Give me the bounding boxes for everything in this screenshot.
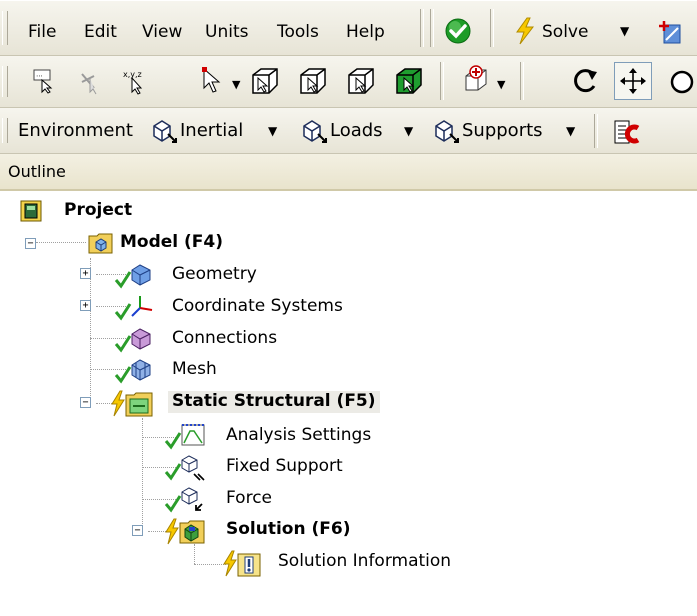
toolbar-grip[interactable] <box>2 11 8 45</box>
chevron-down-icon[interactable]: ▼ <box>497 78 505 91</box>
loads-dropdown[interactable]: Loads ▼ <box>300 114 422 148</box>
svg-text:⋯: ⋯ <box>36 72 43 80</box>
zoom-icon[interactable] <box>668 68 697 96</box>
select-body-icon[interactable] <box>394 66 424 96</box>
chevron-down-icon: ▼ <box>404 124 414 138</box>
menu-toolbar: File Edit View Units Tools Help Solve ▼ <box>0 0 697 56</box>
toolbar-separator <box>430 9 434 47</box>
tree-item-mesh[interactable]: Mesh <box>114 357 314 385</box>
connections-icon <box>114 328 151 353</box>
tree-item-coordinate-systems[interactable]: + Coordinate Systems <box>80 294 380 322</box>
environment-toolbar: Environment Inertial ▼ Loads ▼ Supports … <box>0 108 697 154</box>
chevron-down-icon: ▼ <box>268 124 278 138</box>
geometry-icon <box>114 264 151 289</box>
coordinate-systems-icon <box>114 296 153 321</box>
toolbar-separator <box>520 62 524 100</box>
environment-cube-icon <box>435 120 459 143</box>
tree-label: Analysis Settings <box>226 425 372 445</box>
tree-item-model[interactable]: − Model (F4) <box>20 230 280 258</box>
tree-item-force[interactable]: Force <box>164 486 364 514</box>
tree-label: Solution Information <box>278 551 452 571</box>
supports-dropdown[interactable]: Supports ▼ <box>432 114 582 148</box>
menu-units[interactable]: Units <box>205 22 248 42</box>
model-folder-icon <box>88 233 113 254</box>
chevron-down-icon[interactable]: ▼ <box>232 78 240 91</box>
expand-toggle[interactable]: + <box>80 268 91 279</box>
pick-disabled-icon[interactable] <box>76 68 104 96</box>
menu-edit[interactable]: Edit <box>84 22 117 42</box>
tree-label: Model (F4) <box>120 232 224 252</box>
tree-label: Geometry <box>172 264 257 284</box>
toolbar-separator <box>420 9 424 47</box>
force-icon <box>164 487 203 513</box>
environment-label: Environment <box>18 120 133 141</box>
coordinate-pick-icon[interactable]: x,y,z <box>120 66 154 96</box>
tree-label: Project <box>64 200 133 220</box>
pick-icon[interactable]: ⋯ <box>30 66 58 94</box>
outline-header: Outline <box>0 154 697 191</box>
solve-button[interactable]: Solve ▼ <box>510 15 640 47</box>
supports-label: Supports <box>462 120 543 141</box>
solution-icon <box>165 518 205 545</box>
pan-button[interactable] <box>614 62 652 100</box>
tree-item-fixed-support[interactable]: Fixed Support <box>164 454 404 482</box>
tree-item-geometry[interactable]: + Geometry <box>80 262 300 290</box>
new-analysis-icon[interactable] <box>656 18 686 46</box>
fixed-support-icon <box>164 455 205 481</box>
toolbar-separator <box>490 9 494 47</box>
commands-icon[interactable] <box>612 118 642 148</box>
toolbar-grip[interactable] <box>2 66 8 97</box>
collapse-toggle[interactable]: − <box>80 397 91 408</box>
tree-item-analysis-settings[interactable]: Analysis Settings <box>164 423 424 451</box>
collapse-toggle[interactable]: − <box>25 238 36 249</box>
solve-label: Solve <box>542 22 589 42</box>
rotate-icon[interactable] <box>570 66 600 96</box>
select-vertex-icon[interactable] <box>250 66 280 96</box>
lightning-icon <box>516 17 535 45</box>
environment-cube-icon <box>153 120 177 143</box>
collapse-toggle[interactable]: − <box>132 525 143 536</box>
graphics-toolbar: ⋯ x,y,z ▼ ▼ <box>0 56 697 108</box>
tree-label: Solution (F6) <box>226 519 351 539</box>
toolbar-separator <box>594 114 598 148</box>
loads-label: Loads <box>330 120 383 141</box>
inertial-dropdown[interactable]: Inertial ▼ <box>150 114 285 148</box>
static-structural-icon <box>111 390 153 417</box>
project-icon <box>20 200 42 222</box>
select-edge-icon[interactable] <box>298 66 328 96</box>
tree-label: Force <box>226 488 272 508</box>
tree-label: Fixed Support <box>226 456 343 476</box>
tree-label: Static Structural (F5) <box>168 391 380 413</box>
check-icon[interactable] <box>444 17 472 45</box>
menu-view[interactable]: View <box>142 22 182 42</box>
environment-cube-icon <box>303 120 327 143</box>
expand-toggle[interactable]: + <box>80 300 91 311</box>
svg-text:x,y,z: x,y,z <box>123 70 142 79</box>
tree-label: Connections <box>172 328 278 348</box>
menu-file[interactable]: File <box>28 22 56 42</box>
tree-item-project[interactable]: Project <box>20 198 220 226</box>
toolbar-grip[interactable] <box>2 118 8 143</box>
mesh-icon <box>114 359 151 384</box>
tree-item-connections[interactable]: Connections <box>114 326 354 354</box>
analysis-settings-icon <box>164 424 205 450</box>
tree-item-solution[interactable]: − Solution (F6) <box>132 517 392 545</box>
toolbar-separator <box>440 62 444 100</box>
tree-item-static-structural[interactable]: − Static Structural (F5) <box>80 389 420 417</box>
chevron-down-icon: ▼ <box>566 124 576 138</box>
solution-information-icon <box>223 550 261 577</box>
select-face-icon[interactable] <box>346 66 376 96</box>
pan-icon <box>620 68 646 94</box>
inertial-label: Inertial <box>180 120 244 141</box>
tree-label: Mesh <box>172 359 217 379</box>
extend-selection-icon[interactable] <box>460 64 492 96</box>
tree-item-solution-information[interactable]: Solution Information <box>218 549 538 577</box>
menu-tools[interactable]: Tools <box>277 22 319 42</box>
chevron-down-icon[interactable]: ▼ <box>620 24 629 38</box>
select-mode-icon[interactable] <box>200 66 230 96</box>
tree-label: Coordinate Systems <box>172 296 343 316</box>
menu-help[interactable]: Help <box>346 22 385 42</box>
outline-title: Outline <box>8 162 66 181</box>
